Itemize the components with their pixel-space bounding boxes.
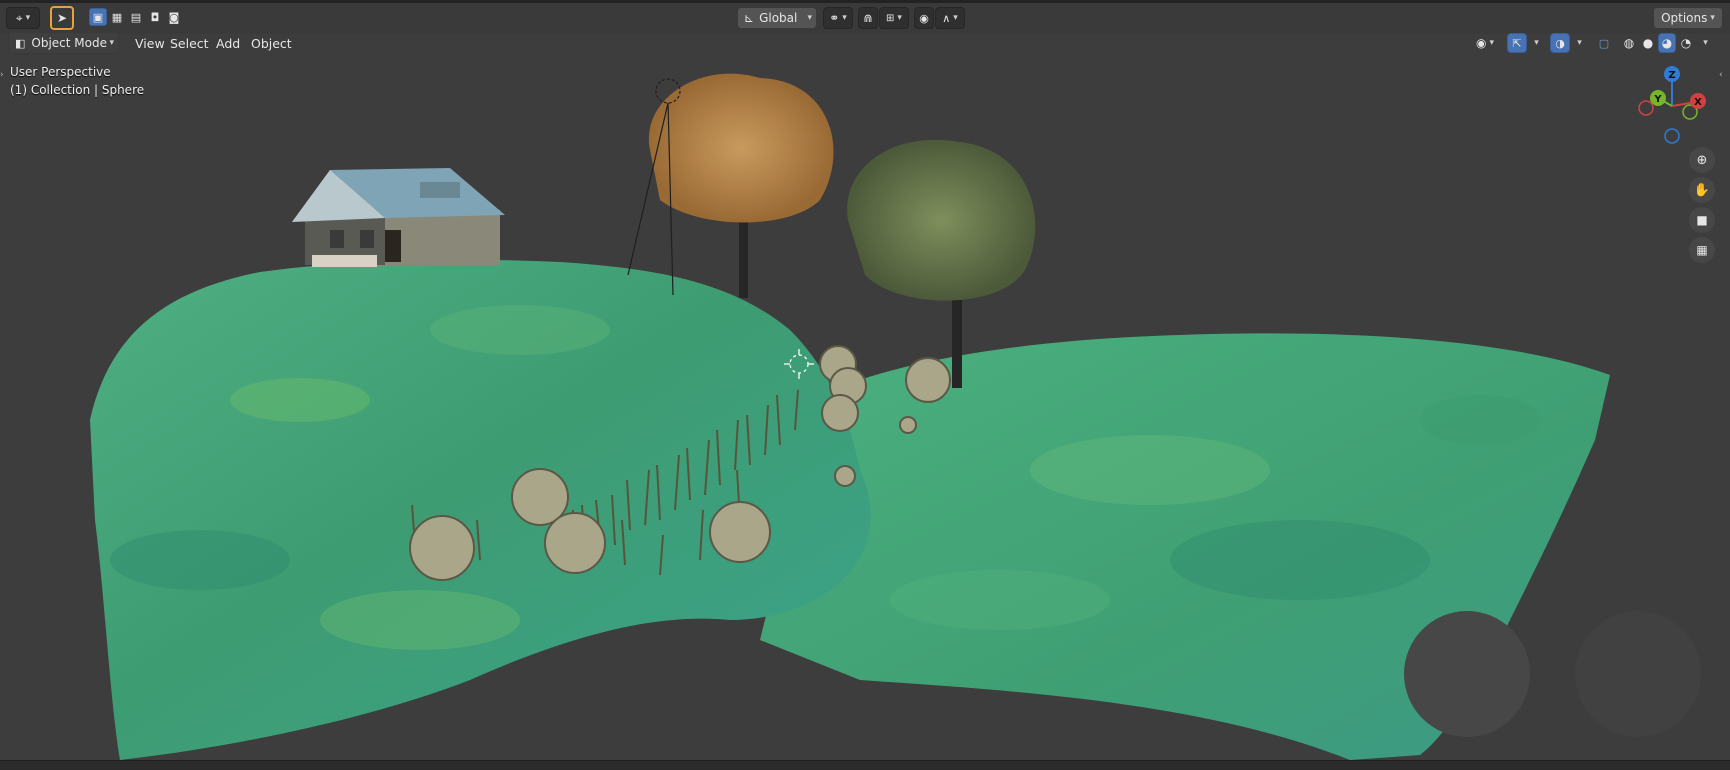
magnifier-plus-icon: ⊕ bbox=[1696, 152, 1708, 168]
transform-orientation-dropdown[interactable]: ⊾ Global ▾ bbox=[737, 7, 817, 29]
gizmo-y-label: Y bbox=[1653, 94, 1662, 105]
tweak-tool-button[interactable]: ➤ bbox=[50, 6, 74, 30]
collection-label: (1) Collection | Sphere bbox=[10, 83, 145, 97]
perspective-label: User Perspective bbox=[10, 65, 111, 79]
proportional-circle-icon: ◉ bbox=[919, 11, 929, 25]
magnet-icon: ⋒ bbox=[863, 11, 873, 25]
select-intersect-button[interactable]: ◙ bbox=[165, 8, 183, 26]
menu-add[interactable]: Add bbox=[209, 32, 247, 54]
gizmos-dropdown[interactable]: ▾ bbox=[1527, 33, 1543, 53]
object-mode-icon: ◧ bbox=[15, 36, 26, 50]
gizmos-chevron-icon: ▾ bbox=[1534, 38, 1539, 48]
pivot-link-icon: ⚭ bbox=[829, 11, 840, 25]
shading-chevron-icon: ▾ bbox=[1703, 38, 1708, 48]
cursor-arrow-icon: ➤ bbox=[56, 11, 68, 25]
orientation-label: Global bbox=[759, 11, 798, 25]
select-difference-button[interactable]: ◘ bbox=[146, 8, 164, 26]
toolbar-toggle-arrow[interactable]: › bbox=[0, 70, 4, 80]
select-difference-icon: ◘ bbox=[150, 10, 160, 24]
camera-view-button[interactable]: ■ bbox=[1689, 207, 1715, 233]
menu-select-label: Select bbox=[170, 35, 209, 51]
select-new-button[interactable]: ▣ bbox=[89, 8, 107, 26]
editor-type-icon: ⌖ bbox=[15, 10, 23, 25]
rendered-sphere-icon: ◔ bbox=[1680, 36, 1692, 50]
solid-sphere-icon: ● bbox=[1642, 36, 1654, 50]
proportional-edit-toggle[interactable]: ◉ bbox=[914, 7, 934, 29]
menu-view-label: View bbox=[135, 35, 165, 51]
gizmo-z-label: Z bbox=[1668, 70, 1675, 81]
options-label: Options bbox=[1661, 11, 1708, 25]
overlays-toggle[interactable]: ◑ bbox=[1550, 33, 1570, 53]
select-extend-button[interactable]: ▦ bbox=[108, 8, 126, 26]
menu-object[interactable]: Object bbox=[244, 32, 299, 54]
camera-icon: ■ bbox=[1696, 213, 1708, 227]
shading-dropdown[interactable]: ▾ bbox=[1696, 33, 1712, 53]
eye-icon: ◉ bbox=[1475, 36, 1487, 50]
hand-icon: ✋ bbox=[1693, 182, 1711, 198]
header-divider bbox=[0, 0, 1730, 3]
xray-toggle[interactable]: ▢ bbox=[1594, 33, 1614, 53]
navigation-gizmo[interactable]: Z Y X bbox=[1628, 62, 1708, 146]
gizmo-neg-z[interactable] bbox=[1664, 128, 1680, 144]
overlays-chevron-icon: ▾ bbox=[1577, 38, 1582, 48]
menu-object-label: Object bbox=[251, 35, 292, 51]
options-dropdown[interactable]: Options ▾ bbox=[1653, 7, 1723, 29]
overlays-icon: ◑ bbox=[1555, 36, 1565, 50]
pan-view-button[interactable]: ✋ bbox=[1689, 177, 1715, 203]
overlays-dropdown[interactable]: ▾ bbox=[1570, 33, 1586, 53]
toggle-perspective-button[interactable]: ▦ bbox=[1689, 237, 1715, 263]
proportional-falloff-dropdown[interactable]: ∧ ▾ bbox=[935, 7, 965, 29]
select-intersect-icon: ◙ bbox=[168, 10, 180, 24]
select-new-icon: ▣ bbox=[92, 10, 104, 24]
shading-wireframe-button[interactable]: ◍ bbox=[1620, 33, 1638, 53]
mode-label: Object Mode bbox=[31, 36, 107, 50]
select-subtract-icon: ▤ bbox=[130, 10, 142, 24]
shading-material-button[interactable]: ◕ bbox=[1658, 33, 1676, 53]
wireframe-sphere-icon: ◍ bbox=[1623, 36, 1635, 50]
sidebar-toggle-arrow[interactable]: ‹ bbox=[1719, 70, 1723, 80]
shading-solid-button[interactable]: ● bbox=[1639, 33, 1657, 53]
menu-add-label: Add bbox=[216, 35, 241, 51]
snap-toggle[interactable]: ⋒ bbox=[858, 7, 878, 29]
3d-viewport[interactable]: ⌖ ▾ ➤ ▣ ▦ ▤ ◘ ◙ ⊾ Global ▾ ⚭ ▾ ⋒ ⊞ ▾ ◉ ∧ ▾ O… bbox=[0, 0, 1730, 770]
falloff-curve-icon: ∧ bbox=[942, 11, 951, 25]
select-subtract-button[interactable]: ▤ bbox=[127, 8, 145, 26]
shading-rendered-button[interactable]: ◔ bbox=[1677, 33, 1695, 53]
gizmo-arrow-icon: ⇱ bbox=[1512, 36, 1522, 50]
gizmos-toggle[interactable]: ⇱ bbox=[1507, 33, 1527, 53]
editor-type-button[interactable]: ⌖ ▾ bbox=[6, 7, 40, 29]
snap-increment-icon: ⊞ bbox=[886, 12, 895, 24]
grid-perspective-icon: ▦ bbox=[1696, 243, 1708, 257]
select-extend-icon: ▦ bbox=[111, 10, 123, 24]
gizmo-neg-x[interactable] bbox=[1638, 100, 1654, 116]
menu-select[interactable]: Select bbox=[163, 32, 216, 54]
scene-render bbox=[90, 73, 1701, 760]
zoom-view-button[interactable]: ⊕ bbox=[1689, 147, 1715, 173]
material-sphere-icon: ◕ bbox=[1661, 36, 1673, 50]
object-mode-dropdown[interactable]: ◧ Object Mode ▾ bbox=[8, 32, 119, 54]
visibility-dropdown[interactable]: ◉ ▾ bbox=[1470, 32, 1500, 54]
xray-icon: ▢ bbox=[1598, 36, 1610, 50]
snap-target-dropdown[interactable]: ⊞ ▾ bbox=[879, 7, 909, 29]
orientation-axes-icon: ⊾ bbox=[744, 11, 755, 25]
gizmo-x-label: X bbox=[1694, 97, 1702, 108]
pivot-point-dropdown[interactable]: ⚭ ▾ bbox=[823, 7, 853, 29]
